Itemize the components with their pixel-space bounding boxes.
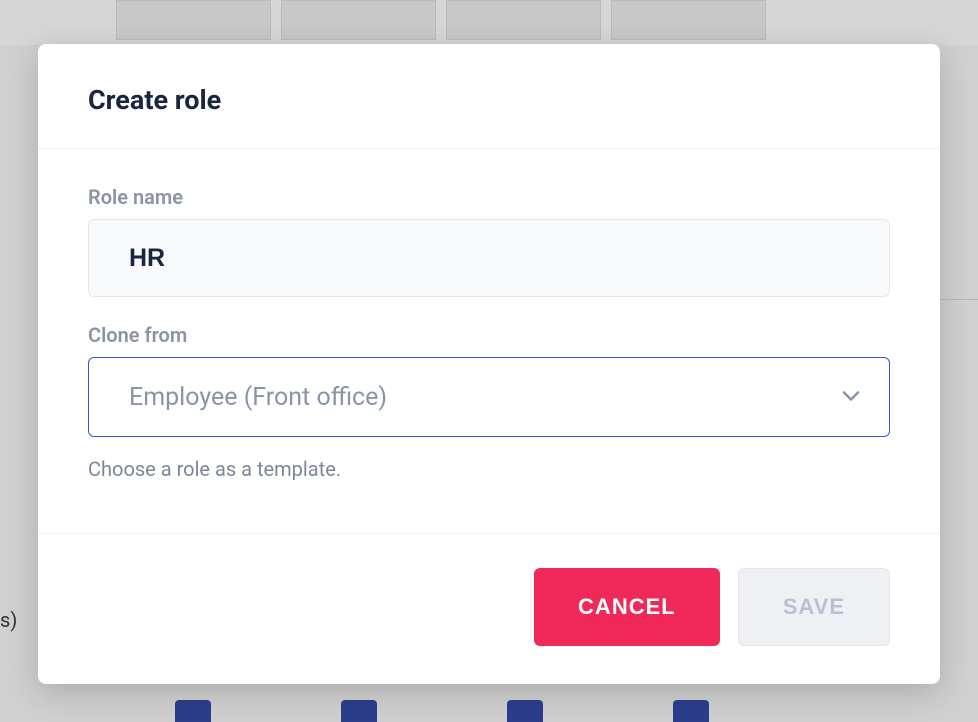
bg-bottom-block bbox=[341, 700, 377, 722]
modal-title: Create role bbox=[88, 84, 890, 116]
role-name-label: Role name bbox=[88, 185, 890, 209]
modal-body: Role name Clone from Employee (Front off… bbox=[38, 149, 940, 533]
save-button[interactable]: SAVE bbox=[738, 568, 890, 646]
bg-bottom-block bbox=[175, 700, 211, 722]
bg-tab bbox=[611, 0, 766, 40]
modal-footer: CANCEL SAVE bbox=[38, 533, 940, 684]
clone-from-label: Clone from bbox=[88, 323, 890, 347]
bg-tab bbox=[446, 0, 601, 40]
clone-from-selected-value: Employee (Front office) bbox=[129, 383, 387, 412]
bg-right-divider bbox=[938, 44, 978, 300]
role-name-input[interactable] bbox=[88, 219, 890, 297]
bg-bottom-block bbox=[507, 700, 543, 722]
bg-tab bbox=[281, 0, 436, 40]
bg-left-text-fragment: s) bbox=[0, 608, 17, 632]
create-role-modal: Create role Role name Clone from Employe… bbox=[38, 44, 940, 684]
clone-from-select-wrap: Employee (Front office) bbox=[88, 357, 890, 437]
cancel-button[interactable]: CANCEL bbox=[534, 568, 720, 646]
role-name-field: Role name bbox=[88, 185, 890, 297]
modal-header: Create role bbox=[38, 44, 940, 149]
clone-from-select[interactable]: Employee (Front office) bbox=[88, 357, 890, 437]
bg-bottom-block bbox=[673, 700, 709, 722]
clone-from-field: Clone from Employee (Front office) Choos… bbox=[88, 323, 890, 481]
bg-bottom-row bbox=[175, 700, 709, 722]
bg-tab bbox=[116, 0, 271, 40]
clone-from-helper: Choose a role as a template. bbox=[88, 457, 890, 481]
bg-tabs bbox=[116, 0, 766, 40]
